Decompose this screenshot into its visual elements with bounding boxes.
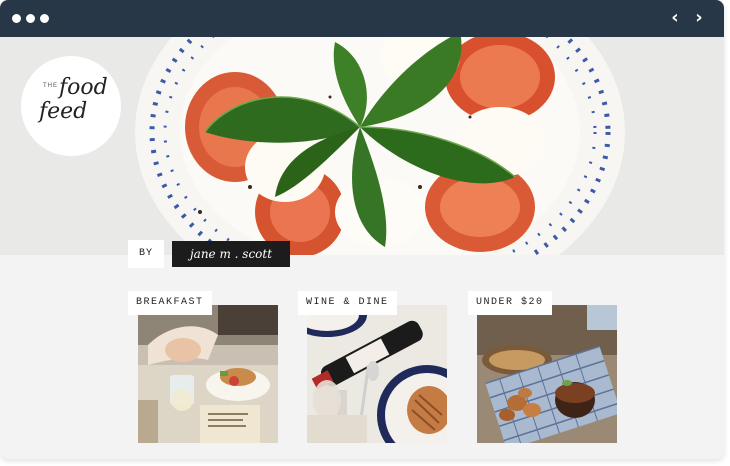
under-20-card-image[interactable] xyxy=(477,305,617,443)
category-label-under-20[interactable]: UNDER $20 xyxy=(468,291,552,315)
browser-titlebar: ‹ › xyxy=(0,0,724,37)
breakfast-card-image[interactable] xyxy=(138,305,278,443)
food-feed-logo[interactable]: THE food feed xyxy=(21,56,121,156)
byline-label: BY xyxy=(128,240,164,268)
author-name[interactable]: jane m . scott xyxy=(172,241,290,267)
category-label-breakfast[interactable]: BREAKFAST xyxy=(128,291,212,315)
logo-feed-text: feed xyxy=(39,99,88,124)
category-label-wine-dine[interactable]: WINE & DINE xyxy=(298,291,397,315)
hero-image xyxy=(0,37,724,255)
back-arrow-icon[interactable]: ‹ xyxy=(666,8,684,28)
window-dot-icon[interactable] xyxy=(26,14,35,23)
browser-window: ‹ › THE food feed BY jane m . scott BREA… xyxy=(0,0,724,459)
forward-arrow-icon[interactable]: › xyxy=(690,8,708,28)
logo-the-text: THE xyxy=(43,83,58,89)
window-dot-icon[interactable] xyxy=(40,14,49,23)
wine-dine-card-image[interactable] xyxy=(307,305,447,443)
window-dot-icon[interactable] xyxy=(12,14,21,23)
logo-food-text: food xyxy=(59,75,108,100)
